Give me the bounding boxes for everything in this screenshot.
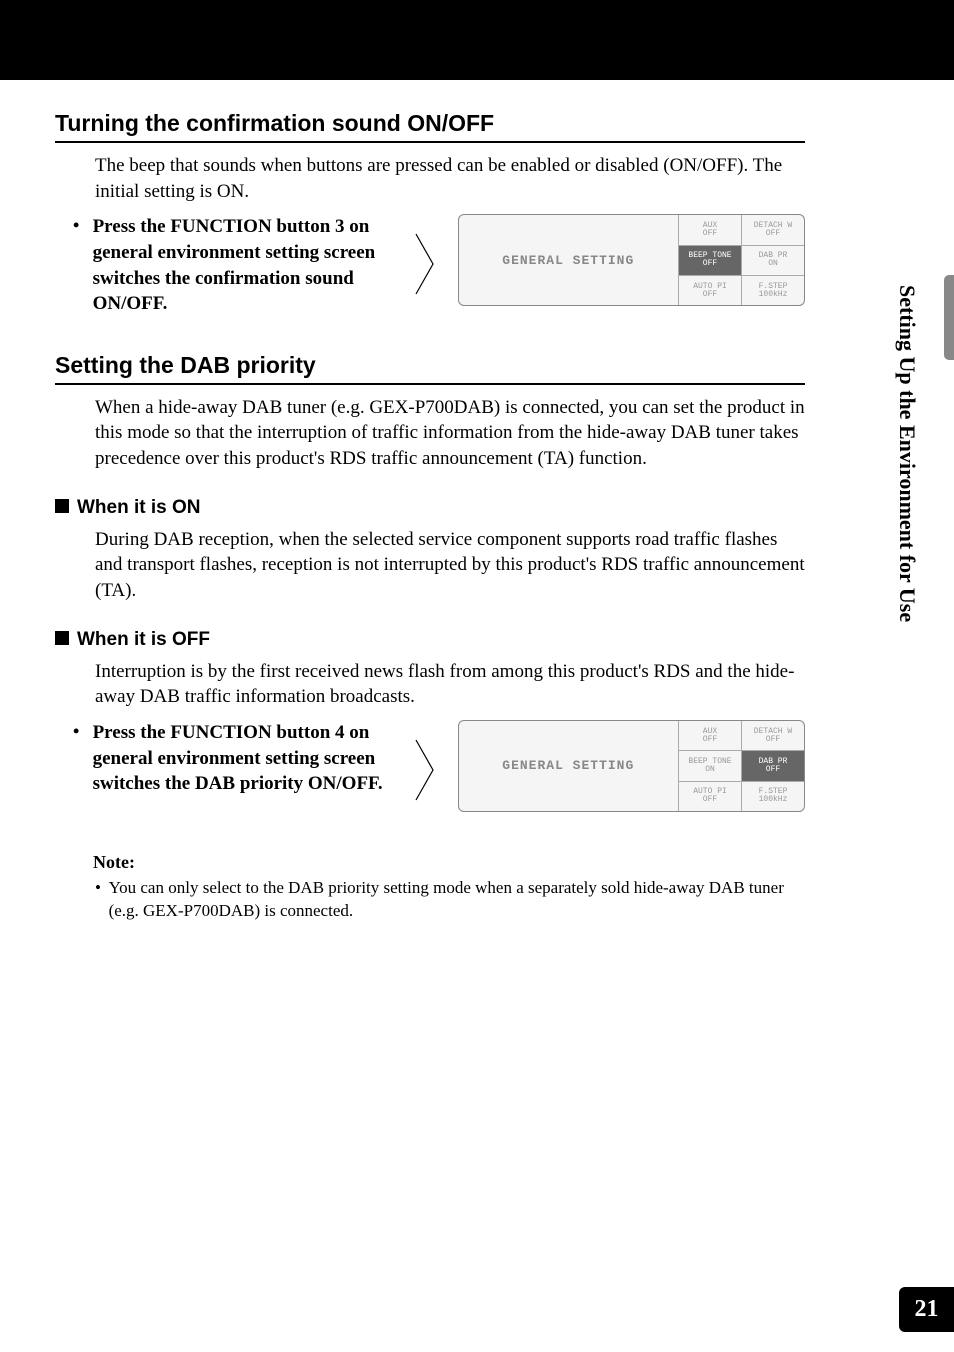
screen-cell: AUTO PIOFF xyxy=(679,276,742,305)
screen-grid-1: AUXOFFDETACH WOFFBEEP TONEOFFDAB PRONAUT… xyxy=(679,215,804,305)
instruction-text-2: Press the FUNCTION button 4 on general e… xyxy=(93,720,396,797)
screen-cell: AUTO PIOFF xyxy=(679,782,742,811)
screen-cell: F.STEP100kHz xyxy=(742,782,804,811)
page-number: 21 xyxy=(899,1287,954,1332)
bullet-icon: • xyxy=(93,877,109,923)
note-label: Note: xyxy=(93,852,805,873)
side-accent-bar xyxy=(944,275,954,360)
screen-cell-row: BEEP TONEOFFDAB PRON xyxy=(679,246,804,276)
screen-cell: AUXOFF xyxy=(679,215,742,244)
sub-body-on: During DAB reception, when the selected … xyxy=(95,527,805,604)
screen-illustration-1: GENERAL SETTING AUXOFFDETACH WOFFBEEP TO… xyxy=(458,214,805,306)
instruction-row-2: • Press the FUNCTION button 4 on general… xyxy=(55,720,805,812)
screen-label-1: GENERAL SETTING xyxy=(459,215,679,305)
screen-cell: DETACH WOFF xyxy=(742,721,804,750)
instruction-text-1: Press the FUNCTION button 3 on general e… xyxy=(93,214,396,317)
note-item: • You can only select to the DAB priorit… xyxy=(93,877,805,923)
screen-cell-row: AUXOFFDETACH WOFF xyxy=(679,215,804,245)
bullet-icon: • xyxy=(55,214,93,237)
note-block: Note: • You can only select to the DAB p… xyxy=(93,852,805,923)
square-bullet-icon xyxy=(55,631,69,645)
screen-illustration-2: GENERAL SETTING AUXOFFDETACH WOFFBEEP TO… xyxy=(458,720,805,812)
screen-cell: DAB PROFF xyxy=(742,751,804,780)
subheading-on: When it is ON xyxy=(55,497,805,519)
screen-cell: BEEP TONEOFF xyxy=(679,246,742,275)
screen-cell: BEEP TONEON xyxy=(679,751,742,780)
note-text: You can only select to the DAB priority … xyxy=(109,877,805,923)
arrow-icon xyxy=(395,214,457,299)
page-header-banner xyxy=(0,0,954,80)
square-bullet-icon xyxy=(55,499,69,513)
section-title-confirmation-sound: Turning the confirmation sound ON/OFF xyxy=(55,110,805,143)
section-title-dab-priority: Setting the DAB priority xyxy=(55,352,805,385)
subheading-on-label: When it is ON xyxy=(77,497,201,518)
section-body-confirmation-sound: The beep that sounds when buttons are pr… xyxy=(95,153,805,204)
section-body-dab-priority: When a hide-away DAB tuner (e.g. GEX-P70… xyxy=(95,395,805,472)
subheading-off: When it is OFF xyxy=(55,629,805,651)
screen-cell: F.STEP100kHz xyxy=(742,276,804,305)
screen-cell: DETACH WOFF xyxy=(742,215,804,244)
page-content: Turning the confirmation sound ON/OFF Th… xyxy=(0,80,860,923)
subheading-off-label: When it is OFF xyxy=(77,629,210,650)
screen-grid-2: AUXOFFDETACH WOFFBEEP TONEONDAB PROFFAUT… xyxy=(679,721,804,811)
screen-cell-row: AUTO PIOFFF.STEP100kHz xyxy=(679,782,804,811)
screen-label-2: GENERAL SETTING xyxy=(459,721,679,811)
arrow-icon xyxy=(395,720,457,805)
side-tab: Setting Up the Environment for Use xyxy=(894,275,944,625)
screen-cell-row: BEEP TONEONDAB PROFF xyxy=(679,751,804,781)
instruction-row-1: • Press the FUNCTION button 3 on general… xyxy=(55,214,805,317)
side-tab-label: Setting Up the Environment for Use xyxy=(894,275,920,625)
sub-body-off: Interruption is by the first received ne… xyxy=(95,659,805,710)
screen-cell-row: AUXOFFDETACH WOFF xyxy=(679,721,804,751)
screen-cell: AUXOFF xyxy=(679,721,742,750)
screen-cell-row: AUTO PIOFFF.STEP100kHz xyxy=(679,276,804,305)
screen-cell: DAB PRON xyxy=(742,246,804,275)
bullet-icon: • xyxy=(55,720,93,743)
